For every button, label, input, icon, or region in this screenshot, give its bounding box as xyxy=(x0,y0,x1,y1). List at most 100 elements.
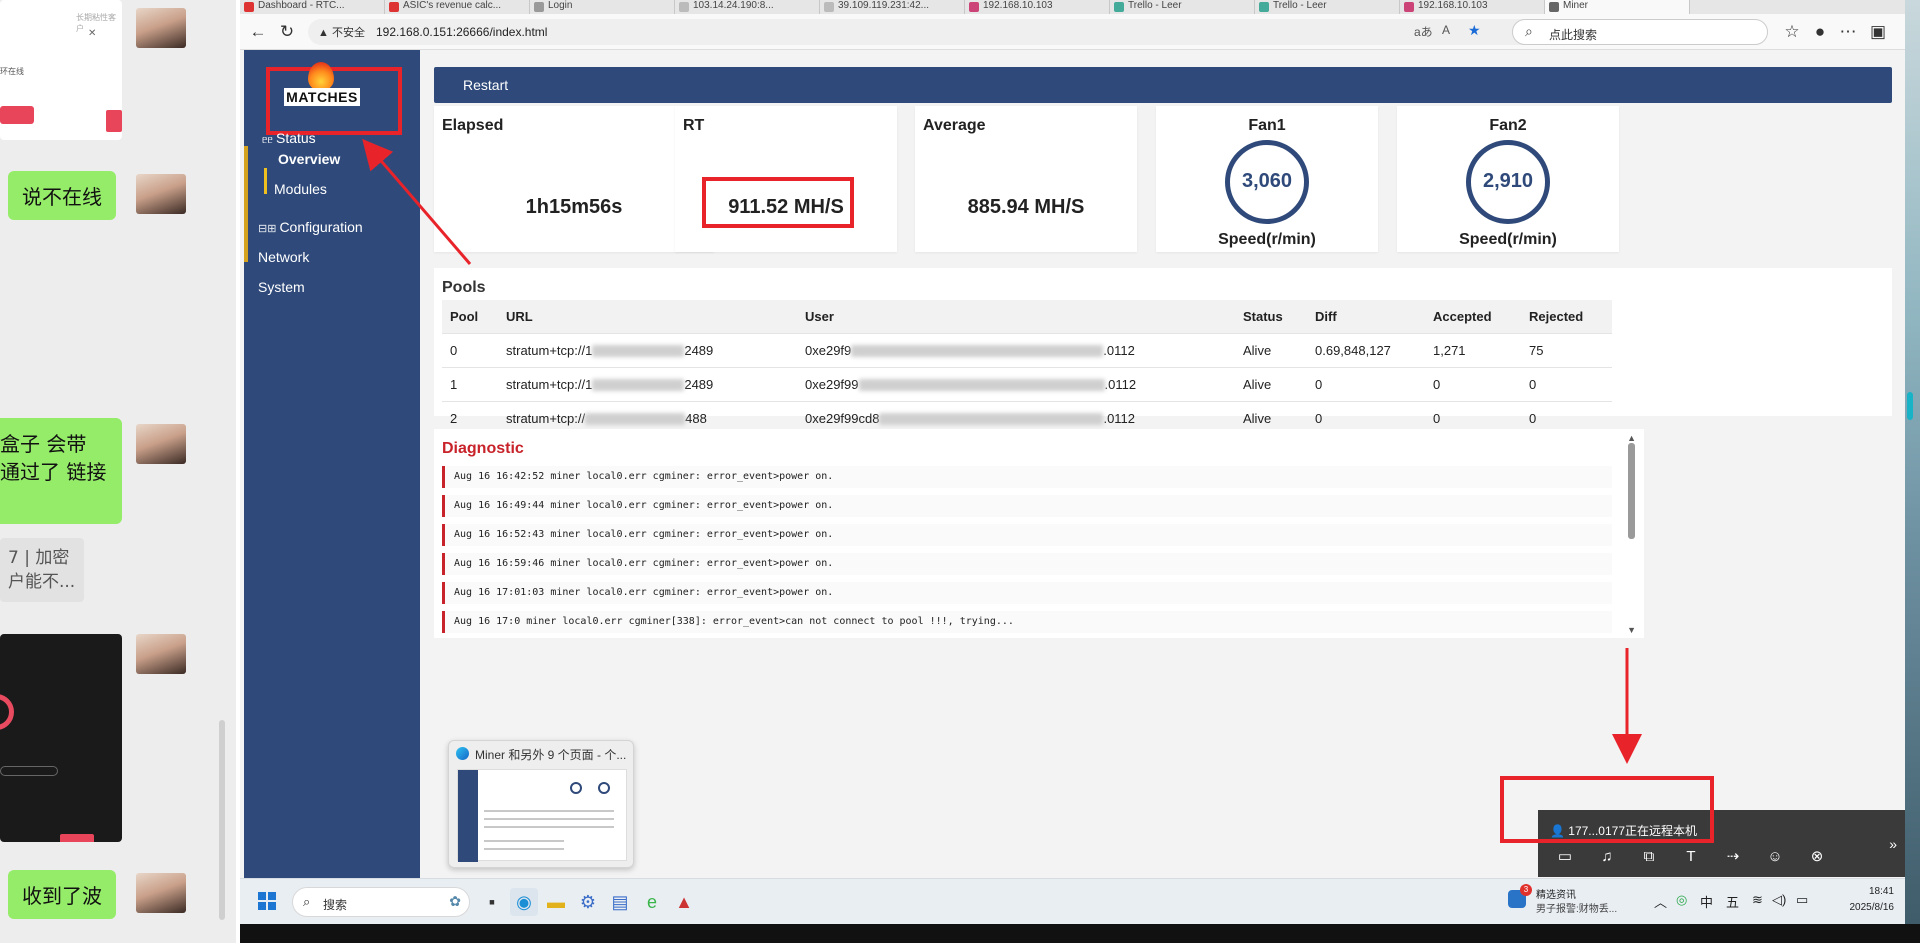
pools-title: Pools xyxy=(442,279,486,296)
avatar[interactable] xyxy=(136,424,186,464)
browser-tab[interactable]: 39.109.119.231:42... xyxy=(820,0,965,14)
avatar[interactable] xyxy=(136,634,186,674)
back-icon[interactable]: ← xyxy=(246,20,270,44)
log-entry: Aug 16 16:59:46 miner local0.err cgminer… xyxy=(442,553,1612,575)
tab-favicon-icon xyxy=(969,2,979,12)
chat-link-line: 7 | 加密 xyxy=(8,548,70,568)
file-transfer-icon[interactable]: ⇢ xyxy=(1720,847,1746,865)
tab-label: Login xyxy=(548,0,573,11)
battery-icon[interactable]: ▭ xyxy=(1796,892,1808,908)
url-text[interactable]: 192.168.0.151:26666/index.html xyxy=(376,25,547,39)
thumbnail-line xyxy=(484,840,564,842)
sidebar-item-configuration[interactable]: ⊟⊞ Configuration xyxy=(258,219,363,235)
fan1-unit: Speed(r/min) xyxy=(1218,231,1316,248)
star-icon[interactable]: ★ xyxy=(1468,22,1481,39)
tray-app-icon[interactable]: ◎ xyxy=(1676,892,1687,908)
table-row[interactable]: 0 stratum+tcp://1 2489 0xe29f9 .0112 Alive… xyxy=(442,332,1612,367)
chat-icon[interactable]: ▭ xyxy=(1552,847,1578,865)
user-icon[interactable]: ☺ xyxy=(1762,848,1788,865)
chat-message[interactable]: 盒子 会带 通过了 链接 xyxy=(0,418,122,524)
collapse-icon[interactable]: » xyxy=(1889,836,1897,852)
pool-user-start: 0xe29f99 xyxy=(805,376,859,392)
pool-rejected: 75 xyxy=(1521,332,1612,367)
volume-icon[interactable]: ◁) xyxy=(1772,892,1786,908)
switch-screen-icon[interactable]: ⧉ xyxy=(1636,848,1662,865)
restart-button[interactable]: Restart xyxy=(434,67,1892,103)
ime-language[interactable]: 中 xyxy=(1700,892,1713,911)
avatar[interactable] xyxy=(136,174,186,214)
browser-tab[interactable]: ASIC's revenue calc... xyxy=(385,0,530,14)
card-title: Fan1 xyxy=(1248,117,1286,134)
browser-tab-active[interactable]: Miner xyxy=(1545,0,1690,14)
text-icon[interactable]: T xyxy=(1678,848,1704,865)
ie-browser-icon[interactable]: e xyxy=(638,888,666,916)
address-bar[interactable]: ▲ 不安全 192.168.0.151:26666/index.html aあ … xyxy=(308,19,1546,45)
scroll-down-icon[interactable]: ▼ xyxy=(1627,625,1636,635)
chat-scrollbar[interactable] xyxy=(219,720,225,920)
microphone-icon[interactable]: ♫ xyxy=(1594,848,1620,865)
browser-tab[interactable]: Login xyxy=(530,0,675,14)
windows-start-icon[interactable] xyxy=(258,892,276,910)
avatar[interactable] xyxy=(136,8,186,48)
redacted-text xyxy=(592,379,685,392)
browser-search-box[interactable]: ⌕ 点此搜索 xyxy=(1512,19,1768,45)
security-warning[interactable]: ▲ 不安全 xyxy=(318,24,365,40)
redacted-text xyxy=(592,345,685,358)
task-view-icon[interactable]: ▪ xyxy=(478,888,506,916)
pool-url-end: 488 xyxy=(685,410,707,426)
chevron-up-icon[interactable]: ︿ xyxy=(1654,892,1667,911)
sidebar-toggle-icon[interactable]: ▣ xyxy=(1866,20,1890,44)
sidebar-item-network[interactable]: Network xyxy=(258,249,309,265)
sidebar-item-system[interactable]: System xyxy=(258,279,305,295)
pool-user: 0xe29f9 .0112 xyxy=(797,332,1235,367)
avatar[interactable] xyxy=(136,873,186,913)
close-icon[interactable]: ⊗ xyxy=(1804,847,1830,865)
chat-message[interactable]: 说不在线 xyxy=(8,171,116,220)
search-icon: ⌕ xyxy=(303,894,311,909)
matches-logo[interactable]: MATCHES xyxy=(284,62,360,110)
taskbar-search[interactable]: ⌕ 搜索 ✿ xyxy=(292,887,470,917)
diagnostic-scrollbar[interactable] xyxy=(1628,443,1635,539)
browser-tab[interactable]: 103.14.24.190:8... xyxy=(675,0,820,14)
more-icon[interactable]: ⋯ xyxy=(1836,20,1860,44)
sidebar-item-modules[interactable]: Modules xyxy=(274,181,327,197)
chat-image[interactable] xyxy=(0,634,122,842)
flame-icon xyxy=(308,62,334,90)
sidebar-item-status[interactable]: ᥱᥱ Status xyxy=(262,130,316,147)
image-button xyxy=(60,834,94,842)
favorites-icon[interactable]: ☆ xyxy=(1780,20,1804,44)
edge-browser-icon[interactable]: ◉ xyxy=(510,888,538,916)
ime-mode[interactable]: 五 xyxy=(1726,892,1739,911)
remote-desktop-icon[interactable]: ▤ xyxy=(606,888,634,916)
rt-card: RT 911.52 MH/S xyxy=(675,106,897,252)
text-size-icon[interactable]: A xyxy=(1442,23,1450,37)
miner-tool-icon[interactable]: ▲ xyxy=(670,888,698,916)
image-bar xyxy=(0,766,58,776)
sidebar-item-overview[interactable]: Overview xyxy=(278,151,340,167)
pool-url: stratum+tcp://1 2489 xyxy=(498,366,797,401)
tab-label: Trello - Leer xyxy=(1128,0,1182,11)
pool-index: 0 xyxy=(442,332,498,367)
chat-message[interactable]: 收到了波 xyxy=(8,870,116,919)
profile-icon[interactable]: ● xyxy=(1808,20,1832,44)
desktop-edge xyxy=(1905,0,1920,924)
refresh-icon[interactable]: ↻ xyxy=(275,20,299,44)
wifi-icon[interactable]: ≋ xyxy=(1752,892,1763,908)
browser-tab[interactable]: 192.168.10.103 xyxy=(965,0,1110,14)
chat-link-card[interactable]: 7 | 加密 户能不... xyxy=(0,538,84,602)
file-explorer-icon[interactable]: ▬ xyxy=(542,888,570,916)
browser-tab[interactable]: Trello - Leer xyxy=(1110,0,1255,14)
taskbar-window-preview[interactable]: Miner 和另外 9 个页面 - 个... xyxy=(448,740,634,868)
chat-shared-card[interactable]: 长期粘性客户 ✕ 环在线 xyxy=(0,0,122,140)
browser-tab[interactable]: Trello - Leer xyxy=(1255,0,1400,14)
browser-tab[interactable]: 192.168.10.103 xyxy=(1400,0,1545,14)
diagnostic-panel[interactable]: Diagnostic Aug 16 16:42:52 miner local0.… xyxy=(434,429,1644,638)
browser-tab[interactable]: Dashboard - RTC... xyxy=(240,0,385,14)
network-tool-icon[interactable]: ⚙ xyxy=(574,888,602,916)
table-row[interactable]: 1 stratum+tcp://1 2489 0xe29f99 .0112 Aliv… xyxy=(442,366,1612,401)
scroll-up-icon[interactable]: ▲ xyxy=(1627,433,1636,443)
clock[interactable]: 18:41 2025/8/16 xyxy=(1844,884,1895,916)
tab-strip: Dashboard - RTC... ASIC's revenue calc..… xyxy=(240,0,1905,14)
read-aloud-icon[interactable]: aあ xyxy=(1414,23,1433,40)
log-entry: Aug 16 16:42:52 miner local0.err cgminer… xyxy=(442,466,1612,488)
